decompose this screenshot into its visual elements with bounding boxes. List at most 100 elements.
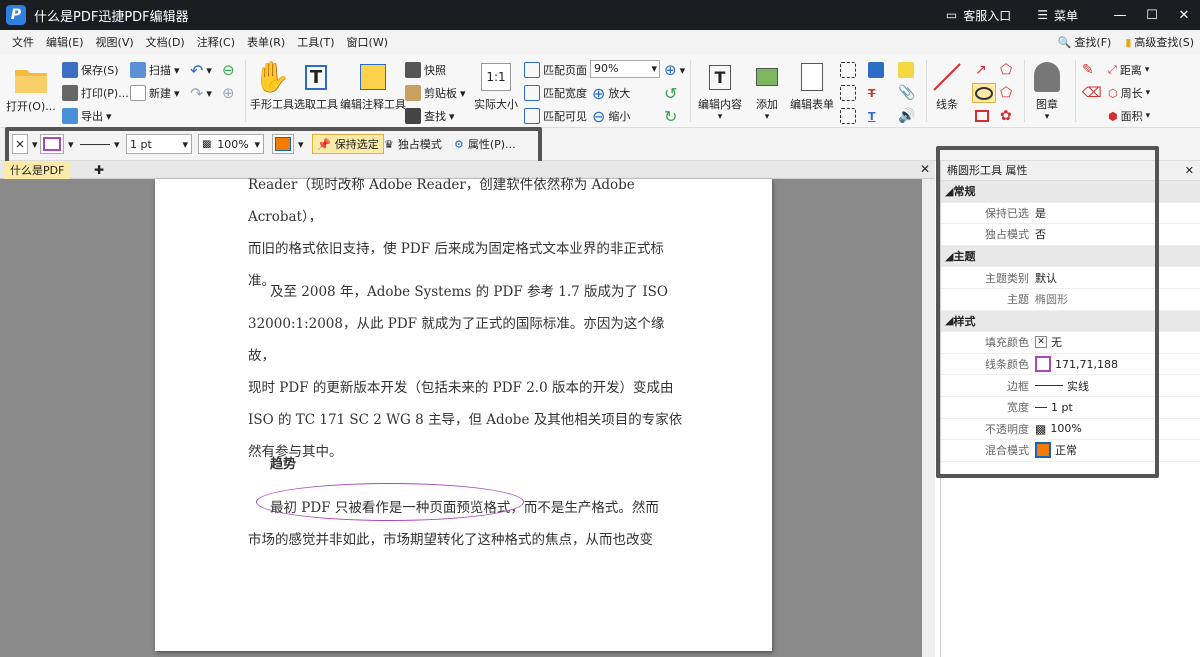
edit-annotation-tool-button[interactable]: 编辑注释工具: [340, 58, 406, 112]
prop-opacity[interactable]: 不透明度 ▩ 100%: [941, 419, 1200, 441]
category-theme[interactable]: ◢ 主题: [941, 245, 1200, 268]
export-icon: [62, 108, 78, 124]
maximize-button[interactable]: ☐: [1136, 0, 1168, 30]
line-tool-button[interactable]: 线条: [930, 58, 964, 112]
select-tool-button[interactable]: T 选取工具: [294, 58, 338, 112]
document-viewer[interactable]: Reader（现时改称 Adobe Reader，创建软件依然称为 Adobe …: [0, 177, 935, 657]
sound-tool[interactable]: 🔊: [898, 106, 915, 126]
keep-selected-button[interactable]: 📌 保持选定: [312, 134, 384, 154]
prop-blend-mode[interactable]: 混合模式 正常: [941, 440, 1200, 462]
scan-button[interactable]: 扫描 ▾: [130, 60, 180, 80]
add-button[interactable]: 添加 ▾: [750, 58, 784, 122]
save-button[interactable]: 保存(S): [62, 60, 119, 80]
typewriter-tool[interactable]: [868, 60, 884, 80]
category-style[interactable]: ◢ 样式: [941, 310, 1200, 333]
fit-page-button[interactable]: 匹配页面: [524, 60, 587, 80]
prop-theme[interactable]: 主题 椭圆形: [941, 289, 1200, 311]
opacity-select[interactable]: ▩ 100% ▾: [198, 134, 264, 154]
zoom-out-button[interactable]: ⊖ 缩小: [592, 106, 630, 126]
rotate-right-button[interactable]: ↻: [664, 106, 677, 126]
fit-width-button[interactable]: 匹配宽度: [524, 83, 587, 103]
checker-icon: ▩: [202, 138, 212, 150]
prop-width[interactable]: 宽度 1 pt: [941, 397, 1200, 419]
new-button[interactable]: 新建 ▾: [130, 83, 180, 103]
open-button[interactable]: 打开(O)...: [6, 60, 56, 114]
close-tab-icon[interactable]: ✕: [920, 162, 930, 176]
eraser-tool[interactable]: ⌫: [1082, 83, 1102, 103]
menu-document[interactable]: 文档(D): [140, 34, 191, 50]
zoom-tool-button[interactable]: ⊕ ▾: [664, 60, 685, 80]
prop-fill-color[interactable]: 填充颜色 ✕ 无: [941, 332, 1200, 354]
zoom-in-button[interactable]: ⊕ 放大: [592, 83, 630, 103]
undo-button[interactable]: ↶ ▾: [190, 60, 212, 80]
menu-form[interactable]: 表单(R): [241, 34, 291, 50]
panel-close-icon[interactable]: ✕: [1185, 161, 1194, 181]
prop-keep-selected[interactable]: 保持已选是: [941, 203, 1200, 225]
menu-window[interactable]: 窗口(W): [341, 34, 394, 50]
rotate-left-button[interactable]: ↺: [664, 83, 677, 103]
redo-button[interactable]: ↷ ▾: [190, 83, 212, 103]
prop-border[interactable]: 边框 实线: [941, 375, 1200, 397]
snapshot-button[interactable]: 快照: [405, 60, 446, 80]
distance-tool[interactable]: ⤢ 距离 ▾: [1108, 60, 1149, 80]
actual-size-button[interactable]: 1:1 实际大小: [474, 58, 518, 112]
perimeter-tool[interactable]: ⬡ 周长 ▾: [1108, 83, 1150, 103]
fill-color-select[interactable]: ✕ ▾: [12, 134, 38, 154]
edit-form-icon: [795, 58, 829, 96]
find-button[interactable]: 🔍 查找(F): [1058, 34, 1112, 50]
support-button[interactable]: ▭ 客服入口: [946, 7, 1011, 24]
line-style-select[interactable]: ▾: [80, 134, 120, 154]
vertical-scrollbar[interactable]: [922, 179, 935, 657]
polyline-tool[interactable]: ⬠: [1000, 60, 1012, 80]
line-width-select[interactable]: 1 pt ▾: [126, 134, 192, 154]
zoom-level-select[interactable]: 90% ▾: [590, 60, 660, 78]
stamp-button[interactable]: 图章 ▾: [1030, 58, 1064, 122]
back-button[interactable]: ⊖: [222, 60, 235, 80]
menu-button[interactable]: ☰ 菜单: [1037, 7, 1078, 24]
area-tool[interactable]: ⬢ 面积 ▾: [1108, 106, 1150, 126]
menu-tools[interactable]: 工具(T): [291, 34, 340, 50]
clipboard-button[interactable]: 剪贴板 ▾: [405, 83, 466, 103]
arrow-tool[interactable]: ↗: [975, 60, 987, 80]
menu-edit[interactable]: 编辑(E): [40, 34, 90, 50]
print-button[interactable]: 打印(P)...: [62, 83, 129, 103]
search-button[interactable]: 查找 ▾: [405, 106, 455, 126]
category-general[interactable]: ◢ 常规: [941, 181, 1200, 203]
exclusive-mode-button[interactable]: ♛ 独占模式: [384, 134, 442, 154]
pencil-tool[interactable]: ✎: [1082, 60, 1094, 80]
blend-mode-select[interactable]: ▾: [272, 134, 304, 154]
line-color-select[interactable]: ▾: [40, 134, 74, 154]
fit-visible-button[interactable]: 匹配可见: [524, 106, 587, 126]
advanced-find-button[interactable]: ▮ 高级查找(S): [1125, 34, 1194, 50]
edit-form-button[interactable]: 编辑表单: [790, 58, 834, 112]
hand-tool-button[interactable]: ✋ 手形工具: [250, 58, 294, 112]
new-tab-plus-icon[interactable]: ✚: [94, 163, 104, 177]
ellipse-tool[interactable]: [972, 83, 996, 103]
polygon-tool[interactable]: ⬠: [1000, 83, 1012, 103]
menu-comment[interactable]: 注释(C): [191, 34, 241, 50]
text-callout-tool[interactable]: [840, 106, 856, 126]
ellipse-annotation[interactable]: [256, 483, 524, 521]
forward-button[interactable]: ⊕: [222, 83, 235, 103]
note-tool[interactable]: [898, 60, 914, 80]
edit-content-button[interactable]: T 编辑内容 ▾: [698, 58, 742, 122]
strikeout-tool[interactable]: T: [868, 83, 876, 103]
menu-view[interactable]: 视图(V): [90, 34, 140, 50]
blend-swatch: [1035, 442, 1051, 459]
rectangle-tool[interactable]: [975, 106, 989, 126]
attachment-tool[interactable]: 📎: [898, 83, 915, 103]
cloud-tool[interactable]: ✿: [1000, 106, 1012, 126]
document-tab[interactable]: 什么是PDF: [4, 162, 71, 179]
text-box-tool[interactable]: [840, 60, 856, 80]
menu-file[interactable]: 文件: [6, 34, 40, 50]
close-button[interactable]: ✕: [1168, 0, 1200, 30]
prop-theme-category[interactable]: 主题类别 默认: [941, 267, 1200, 289]
text-field-tool[interactable]: [840, 83, 856, 103]
prop-line-color[interactable]: 线条颜色 171,71,188: [941, 354, 1200, 376]
forward-circle-icon: ⊕: [222, 84, 235, 102]
properties-button[interactable]: ⚙ 属性(P)...: [454, 134, 516, 154]
underline-tool[interactable]: T: [868, 106, 876, 126]
export-button[interactable]: 导出 ▾: [62, 106, 112, 126]
prop-exclusive-mode[interactable]: 独占模式否: [941, 224, 1200, 246]
minimize-button[interactable]: —: [1104, 0, 1136, 30]
